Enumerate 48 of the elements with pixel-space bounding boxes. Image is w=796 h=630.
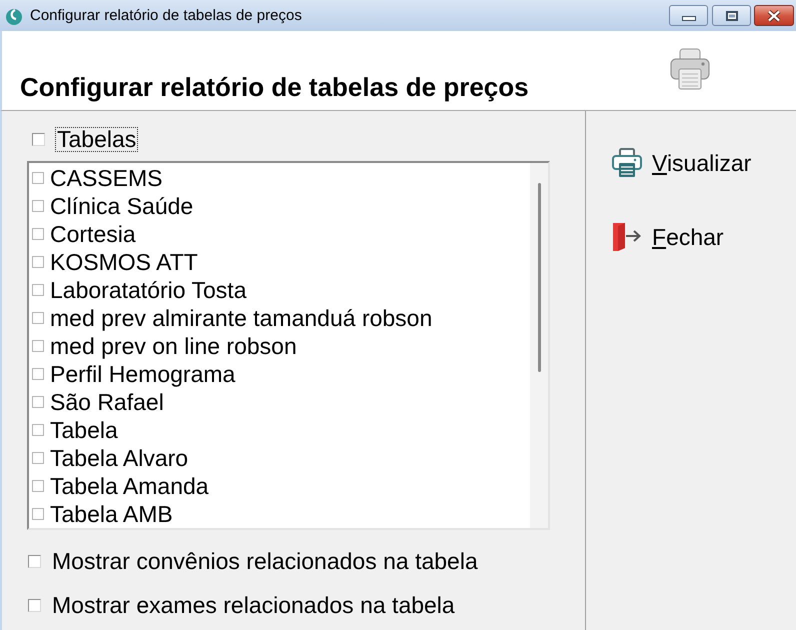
checkbox[interactable] — [32, 172, 44, 184]
checkbox[interactable] — [32, 284, 44, 296]
checkbox[interactable] — [32, 200, 44, 212]
close-icon — [767, 10, 781, 22]
close-window-button[interactable] — [754, 5, 794, 26]
list-item-label[interactable]: Cortesia — [50, 221, 136, 247]
checkbox[interactable] — [32, 368, 44, 380]
minimize-icon — [682, 16, 696, 21]
list-item-label[interactable]: São Rafael — [50, 389, 164, 415]
checkbox[interactable] — [32, 396, 44, 408]
printer-icon — [612, 148, 642, 178]
scrollbar-thumb[interactable] — [538, 183, 541, 372]
list-item-label[interactable]: Clínica Saúde — [50, 193, 194, 219]
checkbox[interactable] — [28, 598, 41, 612]
dialog-heading: Configurar relatório de tabelas de preços — [19, 72, 529, 104]
checkbox-label[interactable]: Mostrar exames relacionados na tabela — [52, 592, 455, 618]
minimize-button[interactable] — [669, 5, 708, 26]
checkbox[interactable] — [28, 554, 41, 568]
list-item-label[interactable]: Tabela Amanda — [50, 473, 209, 499]
exit-button[interactable]: Fechar — [612, 222, 724, 252]
list-item-label[interactable]: med prev almirante tamanduá robson — [50, 305, 432, 331]
checkbox[interactable] — [32, 133, 45, 146]
checkbox[interactable] — [32, 340, 44, 352]
list-item-label[interactable]: Tabela AMB — [50, 501, 173, 527]
list-item-label[interactable]: Tabela Alvaro — [50, 445, 188, 471]
checkbox[interactable] — [32, 228, 44, 240]
list-item-label[interactable]: CASSEMS — [50, 165, 162, 191]
checkbox[interactable] — [32, 480, 44, 492]
door-arrow-icon — [612, 222, 642, 252]
maximize-icon — [726, 10, 738, 20]
list-item-label[interactable]: Perfil Hemograma — [50, 361, 236, 387]
checkbox[interactable] — [32, 424, 44, 436]
list-item-label[interactable]: KOSMOS ATT — [50, 249, 198, 275]
list-item-label[interactable]: med prev on line robson — [50, 333, 297, 359]
printer-icon — [670, 48, 710, 90]
checkbox[interactable] — [32, 452, 44, 464]
maximize-button[interactable] — [712, 5, 751, 26]
checkbox[interactable] — [32, 508, 44, 520]
list-item-label[interactable]: Tabela — [50, 417, 118, 443]
list-item-label[interactable]: Laboratatório Tosta — [50, 277, 246, 303]
checkbox[interactable] — [32, 312, 44, 324]
checkbox-label[interactable]: Tabelas — [55, 127, 138, 152]
checkbox-label[interactable]: Mostrar convênios relacionados na tabela — [52, 548, 478, 574]
checkbox[interactable] — [32, 256, 44, 268]
scrollbar-track[interactable] — [530, 163, 548, 528]
window-title: Configurar relatório de tabelas de preços — [30, 6, 302, 24]
preview-button[interactable]: Visualizar — [612, 148, 752, 178]
table-list[interactable]: CASSEMS Clínica Saúde Cortesia KOSMOS ATT Laboratatório Tosta med prev almirante tamanduá robson med prev on line robson Perfil Hemograma São Rafael Tabela Tabela Alvaro Tabela Amanda Tabela AMB — [27, 161, 550, 530]
